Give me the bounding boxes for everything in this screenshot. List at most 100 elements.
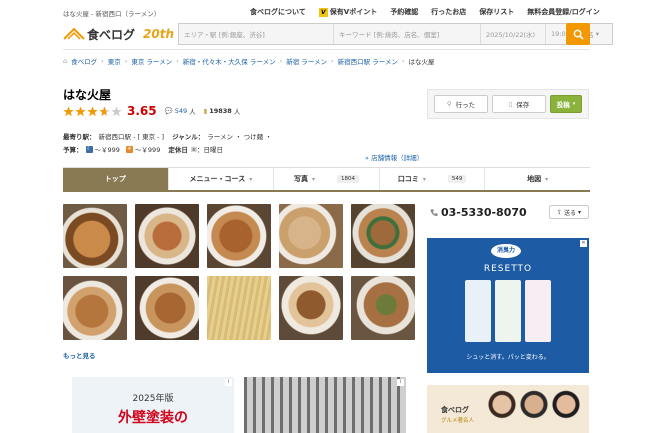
breadcrumb-item[interactable]: 新宿・代々木・大久保 ラーメン [183,56,276,66]
breadcrumb-item[interactable]: 新宿西口駅 ラーメン [338,56,398,66]
budget-lunch: ～￥999 [134,146,161,154]
phone-number[interactable]: 03-5330-8070 [430,206,527,219]
photo-thumbnail[interactable] [207,276,271,340]
chevron-down-icon: ▾ [422,175,426,183]
photo-grid [63,204,415,340]
ad-close-icon[interactable]: i [225,379,232,386]
ad-banner-painting[interactable]: i 2025年版 外壁塗装の [72,377,234,433]
post-button[interactable]: 投稿 ▾ [550,95,582,113]
photo-thumbnail[interactable] [351,204,415,268]
area-search-input[interactable]: エリア・駅 [例:銀座、渋谷] [179,24,334,44]
ad-close-icon[interactable]: i [397,379,404,386]
moon-icon: ☾ [85,145,93,153]
went-button[interactable]: ⚲ 行った [434,95,488,113]
photo-thumbnail[interactable] [63,204,127,268]
ad-banner-gourmet[interactable]: 食べログ グルメ著名人 [427,385,589,433]
tab-map[interactable]: 地図 ▾ [484,168,590,190]
logo-mark-icon [63,27,85,40]
station-genre-row: 最寄り駅： 新宿西口駅 - [ 東京 - ] ジャンル： ラーメン ・ つけ麺 … [63,131,272,141]
logo-text: 食べログ [87,27,136,42]
star-half-icon [99,106,110,116]
saves-count: ▮ 19838 人 [203,107,241,116]
station-value[interactable]: 新宿西口駅 - [ 東京 - ] [99,131,165,141]
bookmark-icon: ▮ [203,107,208,115]
tab-reviews[interactable]: 口コミ ▾ 549 [378,168,485,190]
vpoint-link[interactable]: V 保有Vポイント [318,7,377,17]
login-link[interactable]: 無料会員登録/ログイン [527,7,600,17]
chevron-down-icon: ▾ [595,30,599,38]
ad-title-text: 外壁塗装の [118,410,188,426]
ad-logo-text: 食べログ [441,406,469,414]
photo-thumbnail[interactable] [279,276,343,340]
save-button[interactable]: ▯ 保存 [492,95,546,113]
rating-row: 3.65 💬 549 人 ▮ 19838 人 [63,104,240,118]
breadcrumb-item[interactable]: 東京 [108,56,121,66]
search-icon [573,29,584,40]
budget-row: 予算： ☾ ～￥999 ☀ ～￥999 定休日 ▣ ：日曜日 [63,144,223,154]
tabelog-logo[interactable]: 食べログ 20th [63,22,178,46]
phone-icon [430,209,438,217]
home-icon: ⌂ [63,57,68,65]
rating-score: 3.65 [127,104,157,118]
action-box: ⚲ 行った ▯ 保存 投稿 ▾ [427,89,589,119]
ad-product-image [465,280,491,342]
genre-value[interactable]: ラーメン ・ つけ麺 ・ [207,131,271,141]
visited-link[interactable]: 行ったお店 [431,7,466,17]
photo-thumbnail[interactable] [63,276,127,340]
holiday-label: 定休日 [168,146,188,154]
budget-label: 予算： [63,146,83,154]
ad-product-title: RESETTO [483,264,533,274]
ad-product-image [525,280,551,342]
store-info-link[interactable]: » 店舗情報（詳細） [365,152,423,162]
photo-thumbnail[interactable] [207,204,271,268]
breadcrumb-current: はな火屋 [408,58,435,66]
review-count-badge: 549 [447,175,467,183]
chevron-down-icon: ▾ [249,175,253,183]
pin-icon: ⚲ [446,100,452,108]
ad-brand-logo: 消臭力 [491,244,521,258]
ad-banner-image[interactable]: i [244,377,406,433]
comment-icon: 💬 [164,107,173,115]
ad-close-icon[interactable]: ✕ [580,240,587,247]
ad-year-text: 2025年版 [132,394,174,404]
divider [63,49,590,50]
about-link[interactable]: 食べログについて [250,7,306,17]
keyword-search-input[interactable]: キーワード [例:焼肉、店名、個室] [334,24,481,44]
header: 食べログ 20th エリア・駅 [例:銀座、渋谷] キーワード [例:焼肉、店名… [63,22,613,46]
photo-thumbnail[interactable] [351,276,415,340]
rating-stars [63,106,123,117]
photo-thumbnail[interactable] [135,204,199,268]
restaurant-name: はな火屋 [63,88,112,102]
chevron-down-icon: ▾ [578,208,582,216]
breadcrumb: ⌂ 食べログ › 東京 › 東京 ラーメン › 新宿・代々木・大久保 ラーメン › 新宿… [63,56,435,66]
breadcrumb-item[interactable]: 新宿 ラーメン [286,56,327,66]
ad-sub-text: グルメ著名人 [441,418,475,424]
anniversary-badge: 20th [143,27,174,41]
share-icon: ⇪ [556,208,562,216]
top-links: 食べログについて V 保有Vポイント 予約確認 行ったお店 保存リスト 無料会員登… [250,7,613,17]
genre-label: ジャンル： [172,133,205,141]
saved-list-link[interactable]: 保存リスト [479,7,514,17]
more-photos-link[interactable]: もっと見る [63,350,96,360]
photo-thumbnail[interactable] [135,276,199,340]
ad-banner-resetto[interactable]: ✕ 消臭力 RESETTO シュッと消す。パッと変わる。 [427,238,589,373]
sun-icon: ☀ [125,145,133,153]
station-label: 最寄り駅： [63,133,96,141]
search-button[interactable] [566,23,590,45]
photo-thumbnail[interactable] [279,204,343,268]
tab-top[interactable]: トップ [63,168,168,190]
chevron-down-icon: ▾ [545,175,549,183]
breadcrumb-item[interactable]: 食べログ [71,56,97,66]
reservation-link[interactable]: 予約確認 [390,7,418,17]
breadcrumb-item[interactable]: 東京 ラーメン [131,56,172,66]
ad-product-image [495,280,521,342]
date-select[interactable]: 2025/10/22(水) [481,24,546,44]
chevron-down-icon: ▾ [572,101,576,107]
tab-menu[interactable]: メニュー・コース ▾ [167,168,274,190]
holiday-value: ：日曜日 [197,146,223,154]
star-icon [87,106,98,116]
tab-photos[interactable]: 写真 ▾ 1804 [273,168,379,190]
send-button[interactable]: ⇪ 送る ▾ [549,205,589,219]
star-empty-icon [111,106,122,116]
reviews-count[interactable]: 💬 549 人 [165,106,196,116]
